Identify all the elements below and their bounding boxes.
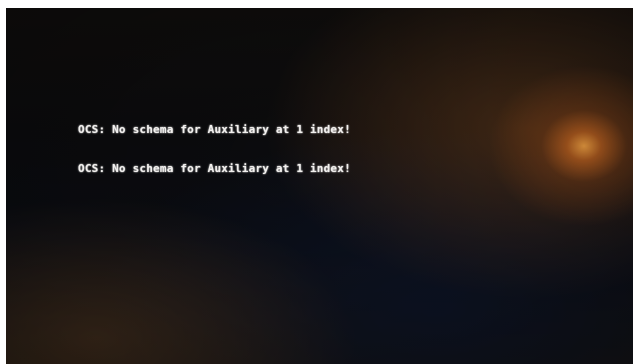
console-line: OCS: No schema for Auxiliary at 1 index! [78,162,351,175]
console-line: OCS: No schema for Auxiliary at 1 index! [78,123,351,136]
photo-frame: OCS: No schema for Auxiliary at 1 index!… [0,0,639,364]
monitor-screen: OCS: No schema for Auxiliary at 1 index!… [6,8,633,364]
console-output: OCS: No schema for Auxiliary at 1 index!… [78,97,351,201]
